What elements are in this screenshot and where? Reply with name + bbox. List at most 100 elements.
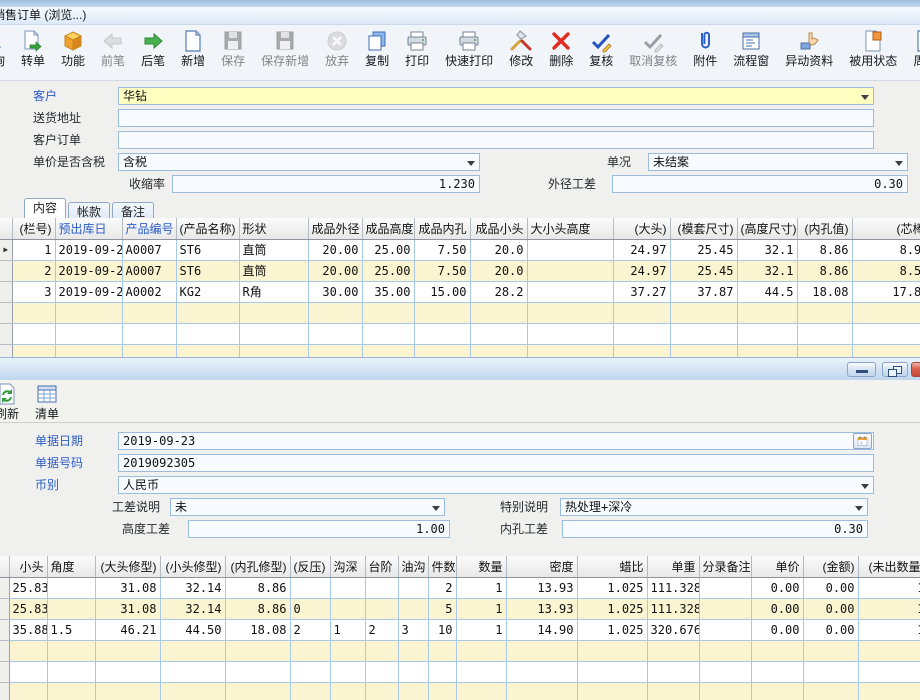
row-selector-cell[interactable]: ▶ bbox=[0, 239, 12, 260]
cell[interactable] bbox=[330, 661, 365, 682]
cell[interactable] bbox=[330, 640, 365, 661]
cell[interactable]: 1 bbox=[858, 577, 920, 598]
cell[interactable]: 8.86 bbox=[225, 598, 290, 619]
column-header[interactable]: (反压) bbox=[290, 556, 330, 577]
cell[interactable] bbox=[398, 682, 428, 700]
column-header[interactable]: 密度 bbox=[506, 556, 577, 577]
cell[interactable]: 0.00 bbox=[803, 577, 858, 598]
cell[interactable]: 25.83 bbox=[9, 598, 47, 619]
cell[interactable]: A0007 bbox=[122, 239, 176, 260]
cell[interactable] bbox=[647, 661, 699, 682]
cell[interactable]: ST6 bbox=[176, 260, 239, 281]
cell[interactable] bbox=[428, 640, 456, 661]
cell[interactable] bbox=[365, 640, 398, 661]
table-row[interactable] bbox=[0, 661, 920, 682]
column-header[interactable] bbox=[0, 556, 9, 577]
column-header[interactable]: (产品名称) bbox=[176, 218, 239, 239]
cell[interactable]: R角 bbox=[239, 281, 308, 302]
shrink-rate-field[interactable]: 1.230 bbox=[172, 175, 480, 193]
cell[interactable] bbox=[456, 682, 506, 700]
cell[interactable] bbox=[225, 661, 290, 682]
cell[interactable]: 25.45 bbox=[670, 239, 737, 260]
cell[interactable]: 320.676 bbox=[647, 619, 699, 640]
query-button[interactable]: 查询 bbox=[0, 29, 12, 68]
customer-order-field[interactable] bbox=[118, 131, 874, 149]
cell[interactable] bbox=[613, 344, 670, 357]
cell[interactable] bbox=[365, 661, 398, 682]
row-selector-cell[interactable] bbox=[0, 619, 9, 640]
cell[interactable] bbox=[647, 640, 699, 661]
modify-button[interactable]: 修改 bbox=[502, 29, 540, 68]
used-status-button[interactable]: 被用状态 bbox=[842, 29, 904, 68]
cell[interactable]: 24.97 bbox=[613, 260, 670, 281]
cell[interactable]: 20.00 bbox=[308, 239, 362, 260]
row-selector-cell[interactable] bbox=[0, 344, 12, 357]
transfer-button[interactable]: 转单 bbox=[14, 29, 52, 68]
cell[interactable] bbox=[456, 661, 506, 682]
cell[interactable] bbox=[858, 640, 920, 661]
cell[interactable]: 20.00 bbox=[308, 260, 362, 281]
cell[interactable]: 2 bbox=[12, 260, 55, 281]
column-header[interactable]: (高度尺寸) bbox=[737, 218, 797, 239]
cell[interactable] bbox=[55, 323, 122, 344]
ship-address-field[interactable] bbox=[118, 109, 874, 127]
cell[interactable] bbox=[751, 661, 803, 682]
cell[interactable]: A0002 bbox=[122, 281, 176, 302]
cell[interactable]: 17.80 bbox=[852, 281, 920, 302]
cell[interactable]: 1.025 bbox=[577, 577, 647, 598]
row-selector-cell[interactable] bbox=[0, 323, 12, 344]
cell[interactable] bbox=[47, 598, 95, 619]
cell[interactable] bbox=[506, 661, 577, 682]
column-header[interactable]: 件数 bbox=[428, 556, 456, 577]
cell[interactable] bbox=[398, 598, 428, 619]
function-button[interactable]: 功能 bbox=[54, 29, 92, 68]
cell[interactable] bbox=[47, 661, 95, 682]
cell[interactable] bbox=[852, 302, 920, 323]
column-header[interactable]: 大小头高度 bbox=[527, 218, 613, 239]
cell[interactable] bbox=[330, 682, 365, 700]
cell[interactable]: 8.86 bbox=[225, 577, 290, 598]
cell[interactable] bbox=[9, 640, 47, 661]
cell[interactable] bbox=[613, 323, 670, 344]
cell[interactable]: 0.00 bbox=[803, 598, 858, 619]
cell[interactable] bbox=[176, 344, 239, 357]
cell[interactable] bbox=[577, 682, 647, 700]
id-tolerance-field[interactable]: 0.30 bbox=[562, 520, 868, 538]
cell[interactable]: 32.14 bbox=[160, 577, 225, 598]
column-header[interactable]: 成品内孔 bbox=[414, 218, 470, 239]
cell[interactable]: 25.00 bbox=[362, 260, 414, 281]
review-button[interactable]: 复核 bbox=[582, 29, 620, 68]
cell[interactable]: 32.1 bbox=[737, 260, 797, 281]
cell[interactable]: 8.86 bbox=[797, 260, 852, 281]
column-header[interactable]: 台阶 bbox=[365, 556, 398, 577]
cell[interactable] bbox=[290, 682, 330, 700]
cell[interactable] bbox=[699, 598, 751, 619]
cell[interactable] bbox=[414, 323, 470, 344]
attachment-button[interactable]: 附件 bbox=[686, 29, 724, 68]
cell[interactable]: 1 bbox=[456, 577, 506, 598]
cell[interactable] bbox=[330, 598, 365, 619]
cell[interactable] bbox=[290, 577, 330, 598]
cell[interactable] bbox=[428, 661, 456, 682]
cell[interactable] bbox=[414, 344, 470, 357]
cell[interactable] bbox=[365, 598, 398, 619]
cell[interactable]: 直筒 bbox=[239, 260, 308, 281]
row-selector-cell[interactable] bbox=[0, 598, 9, 619]
cell[interactable] bbox=[797, 323, 852, 344]
cell[interactable] bbox=[9, 682, 47, 700]
cell[interactable]: 25.00 bbox=[362, 239, 414, 260]
column-header[interactable]: 成品小头 bbox=[470, 218, 527, 239]
table-row[interactable] bbox=[0, 682, 920, 700]
cell[interactable]: 7.50 bbox=[414, 260, 470, 281]
cell[interactable] bbox=[699, 640, 751, 661]
cell[interactable]: 111.328 bbox=[647, 577, 699, 598]
cell[interactable]: 1 bbox=[456, 619, 506, 640]
cell[interactable] bbox=[365, 682, 398, 700]
column-header[interactable]: 产品编号 bbox=[122, 218, 176, 239]
customer-field[interactable]: 华钻 bbox=[118, 87, 874, 105]
column-header[interactable]: (栏号) bbox=[12, 218, 55, 239]
cell[interactable] bbox=[160, 661, 225, 682]
quick-print-button[interactable]: 快速打印 bbox=[438, 29, 500, 68]
cell[interactable] bbox=[362, 302, 414, 323]
column-header[interactable]: 形状 bbox=[239, 218, 308, 239]
